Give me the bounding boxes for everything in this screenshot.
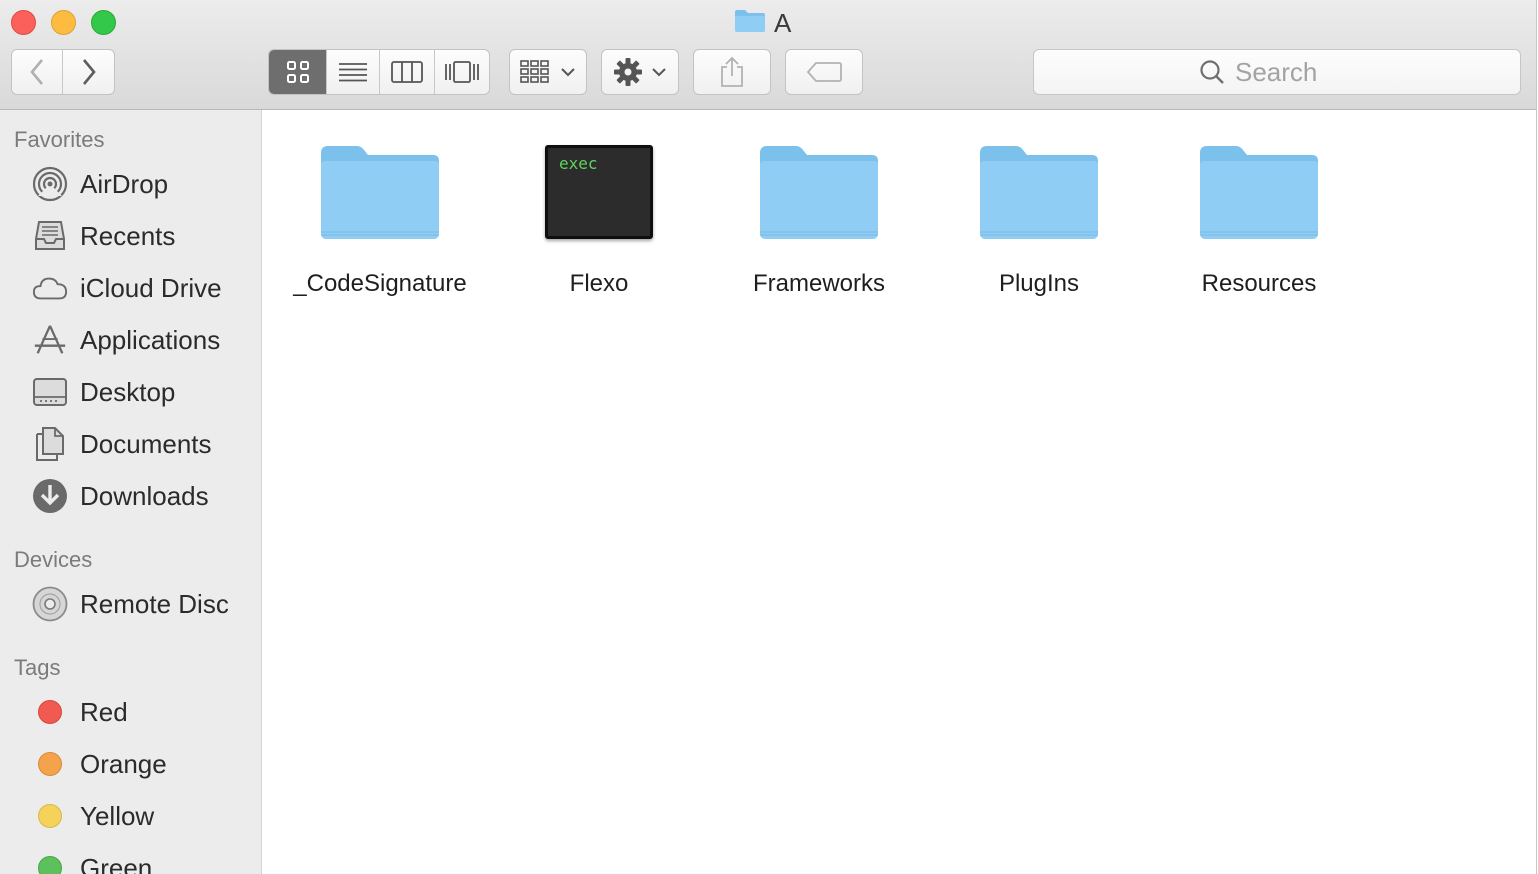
action-button[interactable] xyxy=(601,49,679,95)
sidebar-header-favorites: Favorites xyxy=(14,127,105,152)
sidebar-item-applications[interactable]: Applications xyxy=(0,318,261,362)
list-icon xyxy=(339,63,368,82)
file-item-flexo[interactable]: exec Flexo xyxy=(489,140,709,320)
cloud-icon xyxy=(32,270,68,306)
folder-icon xyxy=(1189,140,1329,244)
chevron-down-icon xyxy=(652,68,666,77)
file-item-name: Frameworks xyxy=(752,270,885,297)
chevron-left-icon xyxy=(30,59,43,85)
desktop-icon xyxy=(32,374,68,410)
sidebar-item-label: AirDrop xyxy=(80,168,169,199)
sidebar-item-label: Recents xyxy=(80,220,176,251)
sidebar-item-airdrop[interactable]: AirDrop xyxy=(0,162,261,206)
navigation-buttons xyxy=(11,49,115,95)
sidebar-item-label: iCloud Drive xyxy=(80,272,222,303)
forward-button[interactable] xyxy=(63,50,114,94)
arrange-grid-icon xyxy=(520,60,549,83)
sidebar-header-tags: Tags xyxy=(14,655,61,680)
columns-icon xyxy=(390,61,423,83)
folder-icon xyxy=(734,9,766,38)
sidebar-tag-red[interactable]: Red xyxy=(0,690,261,734)
sidebar-tag-yellow[interactable]: Yellow xyxy=(0,794,261,838)
grid-icon xyxy=(286,61,309,83)
tag-color-dot xyxy=(32,798,68,834)
icon-view-button[interactable] xyxy=(269,50,328,94)
file-browser-content: _CodeSignature exec Flexo Frameworks Plu… xyxy=(262,110,1536,874)
list-view-button[interactable] xyxy=(327,50,380,94)
back-button[interactable] xyxy=(12,50,64,94)
sidebar: Favorites AirDrop Recents iCloud Drive A… xyxy=(0,110,262,874)
file-item-name: Resources xyxy=(1201,270,1317,297)
chevron-down-icon xyxy=(561,68,575,77)
sidebar-item-recents[interactable]: Recents xyxy=(0,214,261,258)
sidebar-item-label: Applications xyxy=(80,324,221,355)
sidebar-item-desktop[interactable]: Desktop xyxy=(0,370,261,414)
terminal-exec-badge: exec xyxy=(545,145,653,239)
zoom-window-button[interactable] xyxy=(91,10,116,35)
window-title: A xyxy=(734,8,791,38)
sidebar-item-remote-disc[interactable]: Remote Disc xyxy=(0,582,261,626)
file-item-resources[interactable]: Resources xyxy=(1149,140,1369,320)
folder-icon xyxy=(749,140,889,244)
folder-icon xyxy=(310,140,450,244)
sidebar-item-label: Remote Disc xyxy=(80,588,229,619)
executable-icon: exec xyxy=(529,140,669,244)
tag-icon xyxy=(806,62,842,82)
sidebar-tag-orange[interactable]: Orange xyxy=(0,742,261,786)
sidebar-item-icloud-drive[interactable]: iCloud Drive xyxy=(0,266,261,310)
minimize-window-button[interactable] xyxy=(51,10,76,35)
sidebar-header-devices: Devices xyxy=(14,547,93,572)
file-item-plugins[interactable]: PlugIns xyxy=(929,140,1149,320)
file-item-name: PlugIns xyxy=(998,270,1080,297)
sidebar-item-label: Orange xyxy=(80,748,167,779)
share-button[interactable] xyxy=(693,49,771,95)
toolbar: A xyxy=(0,0,1536,110)
sidebar-item-label: Documents xyxy=(80,428,212,459)
documents-icon xyxy=(32,426,68,462)
view-mode-control xyxy=(268,49,490,95)
folder-icon xyxy=(969,140,1109,244)
cover-flow-view-button[interactable] xyxy=(435,50,490,94)
cover-flow-icon xyxy=(444,61,479,83)
sidebar-tag-green[interactable]: Green xyxy=(0,846,261,874)
gear-icon xyxy=(614,58,642,86)
tag-color-dot xyxy=(32,746,68,782)
close-window-button[interactable] xyxy=(11,10,36,35)
chevron-right-icon xyxy=(82,59,96,85)
search-icon xyxy=(1200,60,1224,84)
airdrop-icon xyxy=(32,166,68,202)
sidebar-item-downloads[interactable]: Downloads xyxy=(0,474,261,518)
window-title-text: A xyxy=(774,7,792,38)
finder-window: A Search Favorites AirDrop Recents iClou… xyxy=(0,0,1537,874)
file-item-name: _CodeSignature xyxy=(293,270,467,297)
file-item-codesignature[interactable]: _CodeSignature xyxy=(270,140,490,320)
file-item-name: Flexo xyxy=(569,270,629,297)
column-view-button[interactable] xyxy=(380,50,435,94)
search-input[interactable] xyxy=(1235,56,1355,88)
sidebar-item-label: Green xyxy=(80,852,153,874)
sidebar-item-label: Downloads xyxy=(80,480,209,511)
disc-icon xyxy=(32,586,68,622)
tag-color-dot xyxy=(32,850,68,874)
arrange-button[interactable] xyxy=(509,49,587,95)
applications-icon xyxy=(32,322,68,358)
sidebar-item-documents[interactable]: Documents xyxy=(0,422,261,466)
sidebar-item-label: Yellow xyxy=(80,800,155,831)
tag-color-dot xyxy=(32,694,68,730)
edit-tags-button[interactable] xyxy=(785,49,863,95)
recents-icon xyxy=(32,218,68,254)
sidebar-item-label: Red xyxy=(80,696,128,727)
sidebar-item-label: Desktop xyxy=(80,376,176,407)
share-icon xyxy=(721,56,743,87)
downloads-icon xyxy=(32,478,68,514)
exec-badge-label: exec xyxy=(559,154,598,173)
file-item-frameworks[interactable]: Frameworks xyxy=(709,140,929,320)
search-field[interactable] xyxy=(1033,49,1521,95)
